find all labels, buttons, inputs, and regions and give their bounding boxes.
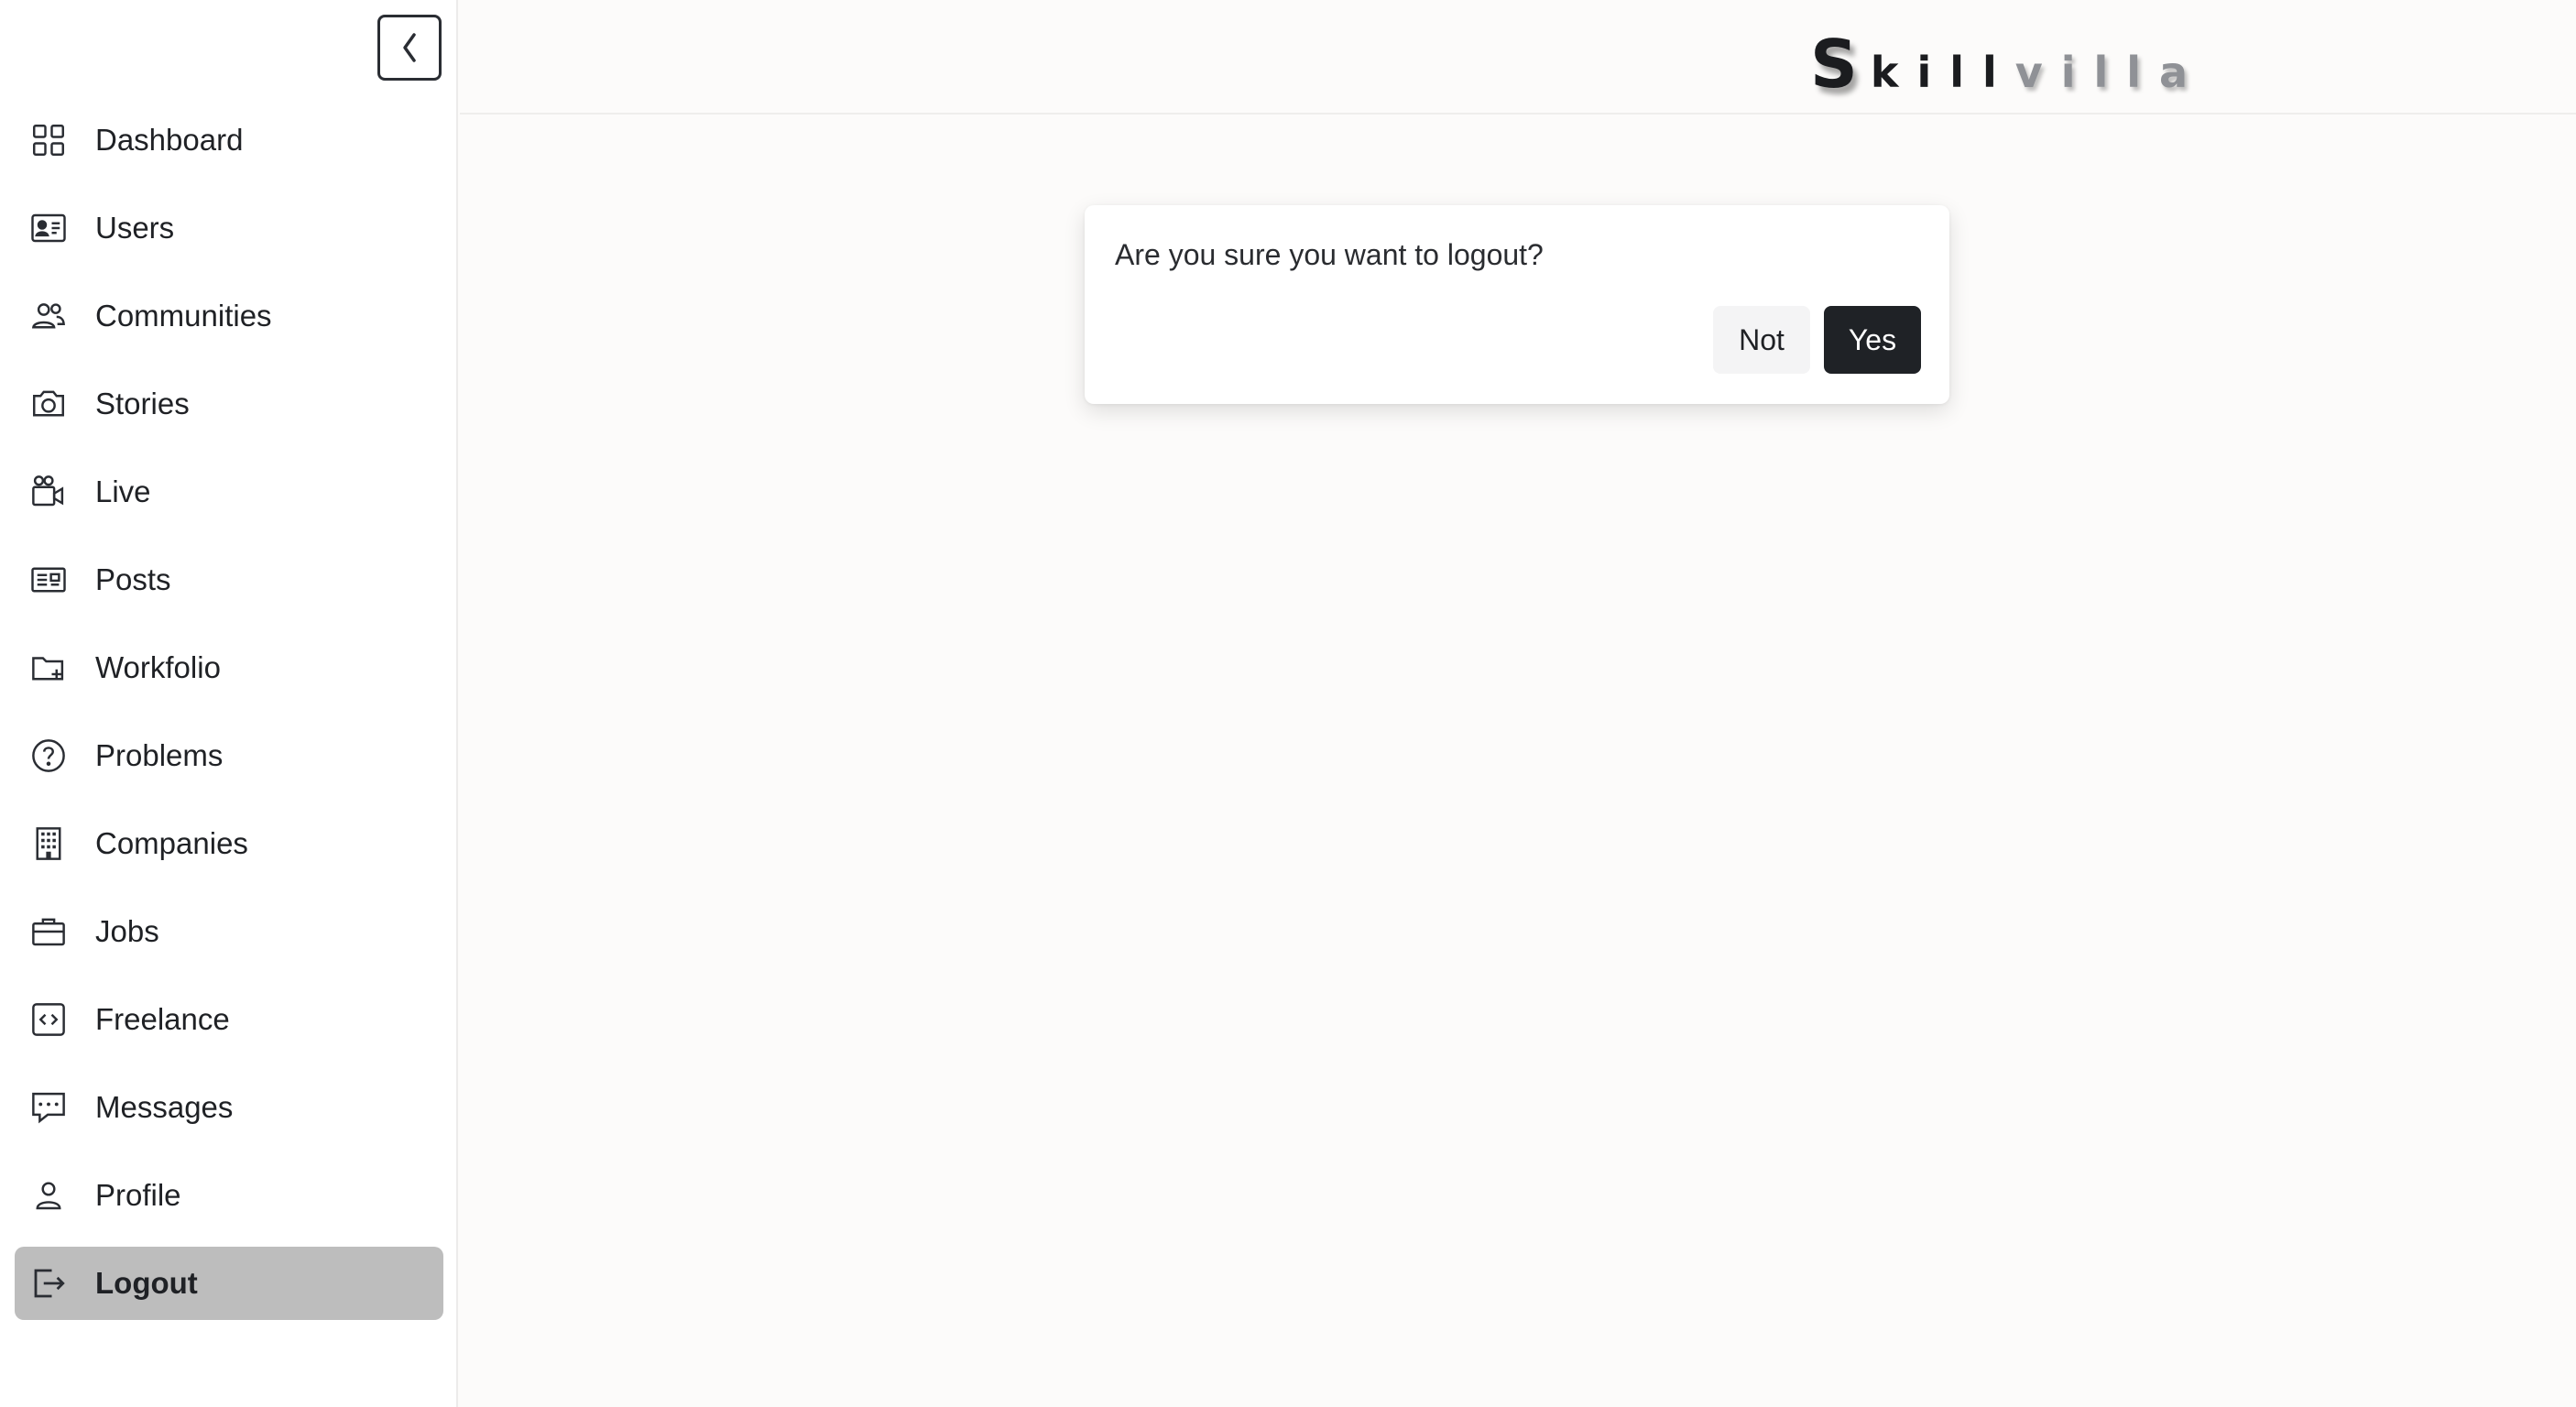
yes-button[interactable]: Yes (1824, 306, 1921, 374)
grid-icon (29, 121, 68, 159)
sidebar-item-live[interactable]: Live (15, 455, 443, 529)
id-card-icon (29, 209, 68, 247)
logout-icon (29, 1264, 68, 1303)
logo-dark-text: kill (1870, 48, 2015, 97)
sidebar-item-stories[interactable]: Stories (15, 367, 443, 441)
sidebar-item-messages[interactable]: Messages (15, 1071, 443, 1144)
chat-dots-icon (29, 1088, 68, 1127)
logo-initial: S (1810, 26, 1858, 103)
sidebar-item-label: Posts (95, 562, 171, 596)
sidebar-collapse-button[interactable] (377, 15, 442, 81)
sidebar-item-users[interactable]: Users (15, 191, 443, 265)
person-icon (29, 1176, 68, 1215)
sidebar-item-communities[interactable]: Communities (15, 279, 443, 353)
video-camera-icon (29, 473, 68, 511)
brand-logo[interactable]: S kill villa (1810, 26, 2207, 103)
sidebar-item-companies[interactable]: Companies (15, 807, 443, 880)
sidebar-item-label: Users (95, 211, 175, 245)
sidebar-item-problems[interactable]: Problems (15, 719, 443, 792)
not-button[interactable]: Not (1713, 306, 1810, 374)
sidebar-item-label: Problems (95, 738, 224, 772)
question-circle-icon (29, 736, 68, 775)
chevron-left-icon (403, 33, 416, 62)
sidebar-item-logout[interactable]: Logout (15, 1247, 443, 1320)
sidebar-item-label: Profile (95, 1178, 181, 1212)
building-icon (29, 824, 68, 863)
sidebar-item-jobs[interactable]: Jobs (15, 895, 443, 968)
sidebar-item-label: Live (95, 474, 151, 508)
sidebar-item-label: Freelance (95, 1002, 230, 1036)
briefcase-icon (29, 912, 68, 951)
camera-icon (29, 385, 68, 423)
people-icon (29, 297, 68, 335)
sidebar-item-label: Companies (95, 826, 248, 860)
folder-plus-icon (29, 649, 68, 687)
sidebar-item-profile[interactable]: Profile (15, 1159, 443, 1232)
sidebar-item-label: Jobs (95, 914, 159, 948)
sidebar-item-posts[interactable]: Posts (15, 543, 443, 616)
code-square-icon (29, 1000, 68, 1039)
newspaper-icon (29, 561, 68, 599)
sidebar-item-label: Dashboard (95, 123, 244, 157)
dialog-message: Are you sure you want to logout? (1115, 238, 1544, 271)
logo-light-text: villa (2014, 48, 2207, 97)
top-header: S kill villa (460, 0, 2576, 115)
sidebar: Dashboard Users Communities Stories Live… (0, 0, 458, 1407)
sidebar-item-dashboard[interactable]: Dashboard (15, 104, 443, 177)
sidebar-item-freelance[interactable]: Freelance (15, 983, 443, 1056)
sidebar-item-workfolio[interactable]: Workfolio (15, 631, 443, 704)
logout-confirm-dialog: Are you sure you want to logout? Not Yes (1085, 205, 1949, 404)
sidebar-nav: Dashboard Users Communities Stories Live… (15, 104, 443, 1335)
sidebar-item-label: Messages (95, 1090, 234, 1124)
sidebar-item-label: Logout (95, 1266, 198, 1300)
sidebar-item-label: Stories (95, 387, 190, 420)
sidebar-item-label: Workfolio (95, 650, 221, 684)
sidebar-item-label: Communities (95, 299, 272, 333)
